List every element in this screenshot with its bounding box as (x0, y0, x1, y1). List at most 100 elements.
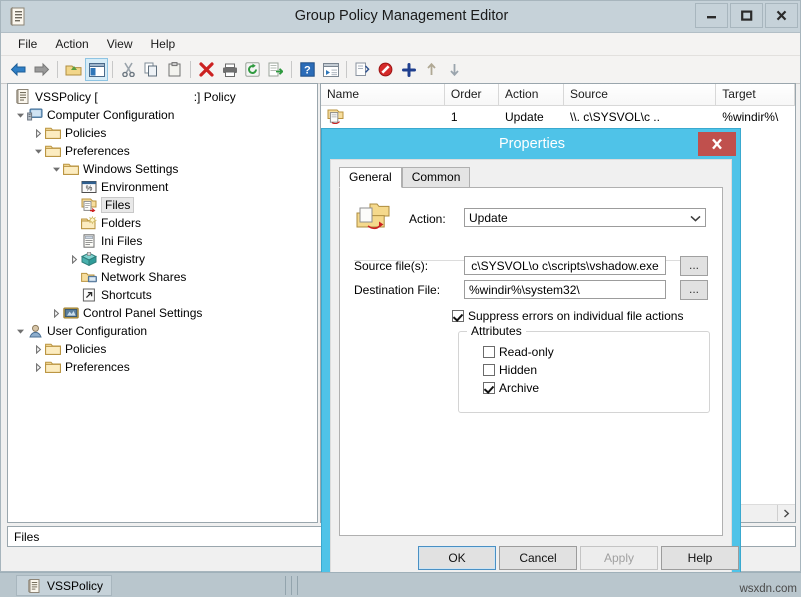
attributes-groupbox: Attributes Read-only Hidden Archive (458, 331, 710, 413)
tree-item-network-shares[interactable]: Network Shares (8, 268, 317, 286)
registry-icon (80, 251, 98, 267)
tree-item-user-configuration[interactable]: User Configuration (8, 322, 317, 340)
column-header-name[interactable]: Name (321, 84, 445, 105)
twisty-expanded-icon[interactable] (32, 142, 44, 160)
tree-item-preferences[interactable]: Preferences (8, 142, 317, 160)
action-combobox-value: Update (469, 211, 508, 225)
tab-general[interactable]: General (339, 167, 402, 188)
tab-page-general: Action: Update Source file(s): c\SYSVOL\… (339, 187, 723, 536)
taskbar-divider (285, 576, 286, 595)
attribute-hidden-label: Hidden (499, 363, 537, 377)
tree-item-label: Policies (65, 342, 106, 356)
column-header-action[interactable]: Action (499, 84, 564, 105)
up-folder-icon[interactable] (62, 58, 85, 81)
attribute-hidden-checkbox[interactable]: Hidden (483, 363, 537, 377)
export-list-icon[interactable] (264, 58, 287, 81)
minimize-icon[interactable] (695, 3, 728, 28)
menu-view[interactable]: View (98, 35, 142, 53)
cancel-button[interactable]: Cancel (499, 546, 577, 570)
listview-row[interactable]: 1Update\\. c\SYSVOL\c ..%windir%\ (321, 106, 795, 127)
taskbar-button-vsspolicy[interactable]: VSSPolicy (16, 575, 112, 596)
tree-item-computer-configuration[interactable]: Computer Configuration (8, 106, 317, 124)
twisty-expanded-icon[interactable] (14, 106, 26, 124)
file-item-icon (321, 109, 445, 124)
twisty-collapsed-icon[interactable] (50, 304, 62, 322)
cut-icon[interactable] (117, 58, 140, 81)
tree-item-environment[interactable]: %Environment (8, 178, 317, 196)
destination-file-label: Destination File: (354, 283, 440, 297)
destination-file-browse-button[interactable]: ... (680, 280, 708, 300)
twisty-collapsed-icon[interactable] (32, 340, 44, 358)
tree-item-files[interactable]: Files (8, 196, 317, 214)
chevron-down-icon[interactable] (688, 212, 703, 225)
close-icon[interactable] (765, 3, 798, 28)
apply-button[interactable]: Apply (580, 546, 658, 570)
listview-rows: 1Update\\. c\SYSVOL\c ..%windir%\ (321, 106, 795, 127)
twisty-collapsed-icon[interactable] (68, 250, 80, 268)
show-hide-tree-icon[interactable] (85, 58, 108, 81)
tab-common[interactable]: Common (402, 167, 471, 188)
listview-header[interactable]: NameOrderActionSourceTarget (321, 84, 795, 106)
destination-file-input[interactable]: %windir%\system32\ (464, 280, 666, 299)
tree-root-node[interactable]: VSSPolicy [ :] Policy (8, 87, 317, 106)
tree-item-windows-settings[interactable]: Windows Settings (8, 160, 317, 178)
forward-arrow-icon[interactable] (30, 58, 53, 81)
attribute-archive-checkbox[interactable]: Archive (483, 381, 539, 395)
tree-item-label: Windows Settings (83, 162, 178, 176)
print-icon[interactable] (218, 58, 241, 81)
dialog-titlebar[interactable]: Properties (322, 129, 740, 159)
ok-button[interactable]: OK (418, 546, 496, 570)
move-up-icon[interactable] (420, 58, 443, 81)
twisty-collapsed-icon[interactable] (32, 358, 44, 376)
chevron-right-icon[interactable] (777, 505, 795, 521)
maximize-icon[interactable] (730, 3, 763, 28)
tree-item-control-panel-settings[interactable]: Control Panel Settings (8, 304, 317, 322)
help-icon[interactable]: ? (296, 58, 319, 81)
twisty-collapsed-icon[interactable] (32, 124, 44, 142)
tree-item-shortcuts[interactable]: Shortcuts (8, 286, 317, 304)
action-combobox[interactable]: Update (464, 208, 706, 227)
column-header-source[interactable]: Source (564, 84, 716, 105)
window-titlebar[interactable]: Group Policy Management Editor (1, 1, 800, 33)
tree-item-label: Preferences (65, 144, 130, 158)
refresh-icon[interactable] (241, 58, 264, 81)
tree-item-label: User Configuration (47, 324, 147, 338)
source-files-browse-button[interactable]: ... (680, 256, 708, 276)
add-icon[interactable] (397, 58, 420, 81)
tree-item-ini-files[interactable]: Ini Files (8, 232, 317, 250)
window-title: Group Policy Management Editor (1, 1, 801, 32)
tree-item-preferences[interactable]: Preferences (8, 358, 317, 376)
twisty-expanded-icon[interactable] (50, 160, 62, 178)
source-files-input[interactable]: c\SYSVOL\o c\scripts\vshadow.exe (464, 256, 666, 275)
folder-icon (44, 143, 62, 159)
console-tree-pane[interactable]: VSSPolicy [ :] Policy Computer Configura… (7, 83, 318, 523)
suppress-errors-checkbox[interactable]: Suppress errors on individual file actio… (452, 309, 683, 323)
back-arrow-icon[interactable] (7, 58, 30, 81)
properties-icon[interactable] (319, 58, 342, 81)
paste-icon[interactable] (163, 58, 186, 81)
cell-order: 1 (445, 110, 499, 124)
tree-node-list: Computer ConfigurationPoliciesPreference… (8, 106, 317, 376)
tree-item-label: Shortcuts (101, 288, 152, 302)
move-down-icon[interactable] (443, 58, 466, 81)
new-item-icon[interactable] (351, 58, 374, 81)
column-header-order[interactable]: Order (445, 84, 499, 105)
delete-icon[interactable] (195, 58, 218, 81)
checkbox-icon (483, 346, 495, 358)
menu-help[interactable]: Help (142, 35, 185, 53)
menu-file[interactable]: File (9, 35, 46, 53)
menu-action[interactable]: Action (46, 35, 97, 53)
tree-item-policies[interactable]: Policies (8, 124, 317, 142)
tree-item-label: Control Panel Settings (83, 306, 202, 320)
column-header-target[interactable]: Target (716, 84, 795, 105)
cell-action: Update (499, 110, 564, 124)
attribute-readonly-checkbox[interactable]: Read-only (483, 345, 554, 359)
tree-item-registry[interactable]: Registry (8, 250, 317, 268)
help-button[interactable]: Help (661, 546, 739, 570)
tree-item-folders[interactable]: Folders (8, 214, 317, 232)
disable-icon[interactable] (374, 58, 397, 81)
twisty-expanded-icon[interactable] (14, 322, 26, 340)
copy-icon[interactable] (140, 58, 163, 81)
tree-item-policies[interactable]: Policies (8, 340, 317, 358)
dialog-close-icon[interactable] (698, 132, 736, 156)
